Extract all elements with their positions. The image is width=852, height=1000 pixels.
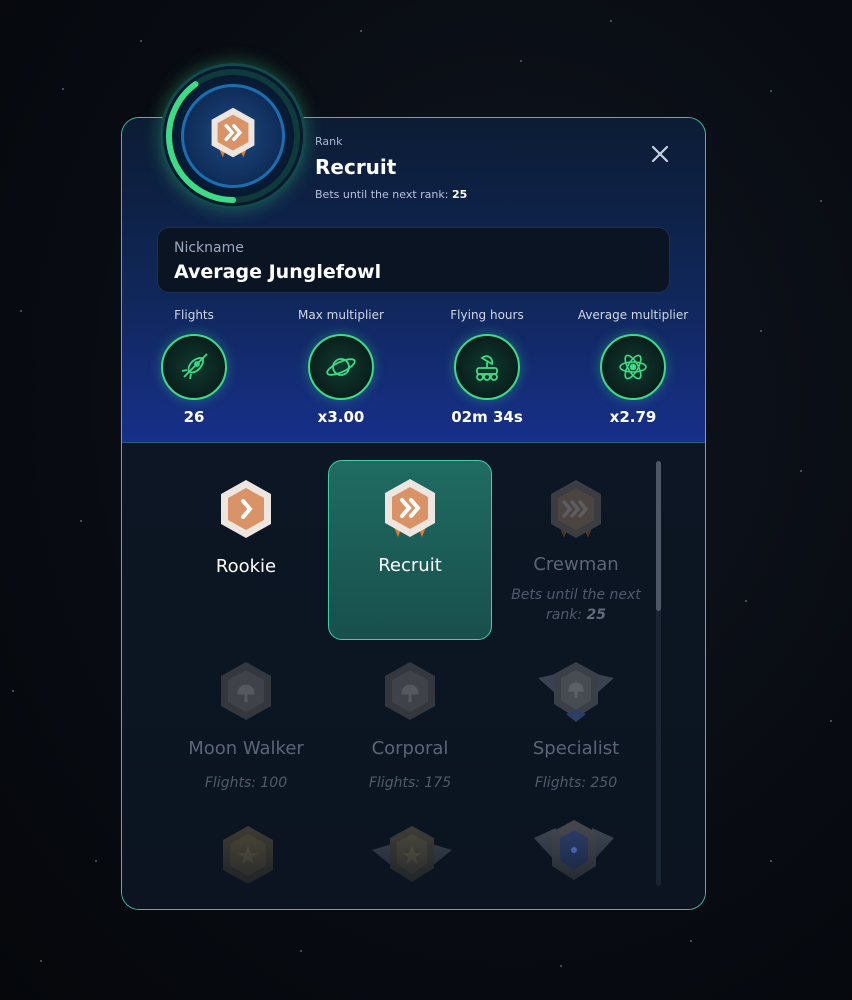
- rocket-icon: [161, 334, 227, 400]
- planet-icon: [308, 334, 374, 400]
- rank-name: Crewman: [533, 554, 619, 575]
- nickname-value: Average Junglefowl: [174, 261, 382, 283]
- rank-note: Flights: 100: [204, 775, 288, 791]
- stat-flying-hours: Flying hours 02m 34s: [417, 308, 557, 426]
- stat-average-multiplier: Average multiplier x2.79: [563, 308, 703, 426]
- specialist-badge-icon: [538, 662, 614, 722]
- rank-name: Specialist: [532, 738, 620, 759]
- locked-badge-icon: [372, 826, 452, 882]
- rank-note: Flights: 250: [534, 775, 618, 791]
- rank-name: Moon Walker: [188, 738, 304, 759]
- locked-badge-icon: [223, 826, 273, 884]
- corporal-badge-icon: [385, 662, 435, 720]
- crewman-badge-icon: [551, 480, 601, 538]
- rank-note: Flights: 175: [368, 775, 452, 791]
- rank-card-specialist[interactable]: Specialist Flights: 250: [494, 644, 658, 824]
- stat-label: Max multiplier: [298, 308, 384, 322]
- stat-value: x2.79: [609, 408, 657, 426]
- nickname-field[interactable]: Nickname Average Junglefowl: [157, 227, 670, 293]
- locked-badge-icon: [534, 820, 614, 880]
- ranks-scrollbar[interactable]: [656, 461, 661, 886]
- rank-name: Rookie: [215, 556, 277, 577]
- rank-card-rookie[interactable]: Rookie: [164, 462, 328, 642]
- stat-value: 26: [183, 408, 205, 426]
- rank-label: Rank: [315, 135, 343, 148]
- recruit-badge-icon: [211, 107, 255, 158]
- rank-profile-panel: Rank Recruit Bets until the next rank: 2…: [121, 117, 706, 910]
- stat-flights: Flights 26: [124, 308, 264, 426]
- stat-value: 02m 34s: [451, 408, 523, 426]
- atom-icon: [600, 334, 666, 400]
- rank-name: Recruit: [378, 555, 442, 576]
- stat-label: Flights: [174, 308, 214, 322]
- stat-label: Average multiplier: [577, 308, 689, 322]
- rank-card-recruit[interactable]: Recruit: [328, 460, 492, 640]
- rank-card-moon-walker[interactable]: Moon Walker Flights: 100: [164, 644, 328, 824]
- stat-label: Flying hours: [450, 308, 524, 322]
- close-button[interactable]: [648, 142, 672, 166]
- rank-title: Recruit: [315, 155, 397, 179]
- bets-until-next-rank: Bets until the next rank: 25: [315, 188, 468, 201]
- scrollbar-thumb[interactable]: [656, 461, 661, 611]
- avatar-badge: [181, 84, 285, 188]
- rank-card-corporal[interactable]: Corporal Flights: 175: [328, 644, 492, 824]
- rank-card-crewman[interactable]: Crewman Bets until the next rank: 25: [494, 462, 658, 642]
- rank-note: Bets until the next rank: 25: [511, 587, 641, 623]
- stat-value: x3.00: [317, 408, 365, 426]
- ranks-list[interactable]: Rookie Recruit Crewman Bets until the ne…: [122, 444, 705, 909]
- recruit-badge-icon: [385, 479, 435, 537]
- rover-icon: [454, 334, 520, 400]
- rookie-badge-icon: [221, 480, 271, 538]
- nickname-label: Nickname: [174, 240, 244, 256]
- rank-avatar: [160, 63, 306, 209]
- stat-max-multiplier: Max multiplier x3.00: [271, 308, 411, 426]
- moon-walker-badge-icon: [221, 662, 271, 720]
- close-icon: [651, 145, 669, 163]
- rank-name: Corporal: [371, 738, 449, 759]
